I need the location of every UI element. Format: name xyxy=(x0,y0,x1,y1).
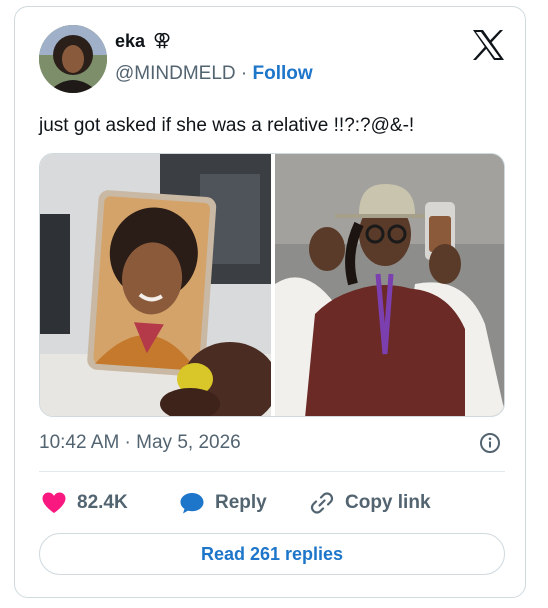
photo-held-card[interactable] xyxy=(40,154,278,416)
like-button[interactable]: 82.4K xyxy=(41,491,128,515)
tweet-timestamp[interactable]: 10:42 AM · May 5, 2026 xyxy=(39,432,241,454)
held-card-image xyxy=(40,154,278,416)
x-logo-icon[interactable] xyxy=(471,29,505,61)
separator-dot: · xyxy=(240,63,248,84)
reply-button[interactable]: Reply xyxy=(179,491,267,515)
reply-bubble-icon xyxy=(180,493,204,514)
link-icon xyxy=(310,492,334,514)
mirror-selfie-image xyxy=(275,154,504,416)
info-icon[interactable] xyxy=(479,432,501,454)
tweet-card: eka ⚢ @MINDMELD · Follow just got asked … xyxy=(14,6,526,598)
handle-row: @MINDMELD · Follow xyxy=(115,63,313,85)
reply-label: Reply xyxy=(215,492,267,513)
copy-link-label: Copy link xyxy=(345,492,431,513)
tweet-text: just got asked if she was a relative !!?… xyxy=(39,115,415,136)
avatar[interactable] xyxy=(39,25,107,93)
tweet-media[interactable] xyxy=(39,153,505,417)
copy-link-button[interactable]: Copy link xyxy=(309,491,431,515)
read-replies-button[interactable]: Read 261 replies xyxy=(39,533,505,575)
divider xyxy=(39,471,505,472)
action-bar: 82.4K Reply Copy link xyxy=(39,483,505,525)
avatar-image xyxy=(39,25,107,93)
heart-icon xyxy=(42,492,66,513)
author-symbol: ⚢ xyxy=(153,30,172,50)
author-name[interactable]: eka xyxy=(115,31,145,52)
author-handle[interactable]: @MINDMELD xyxy=(115,63,236,84)
like-count: 82.4K xyxy=(77,492,128,513)
follow-button[interactable]: Follow xyxy=(253,63,313,84)
photo-mirror-selfie[interactable] xyxy=(275,154,504,416)
